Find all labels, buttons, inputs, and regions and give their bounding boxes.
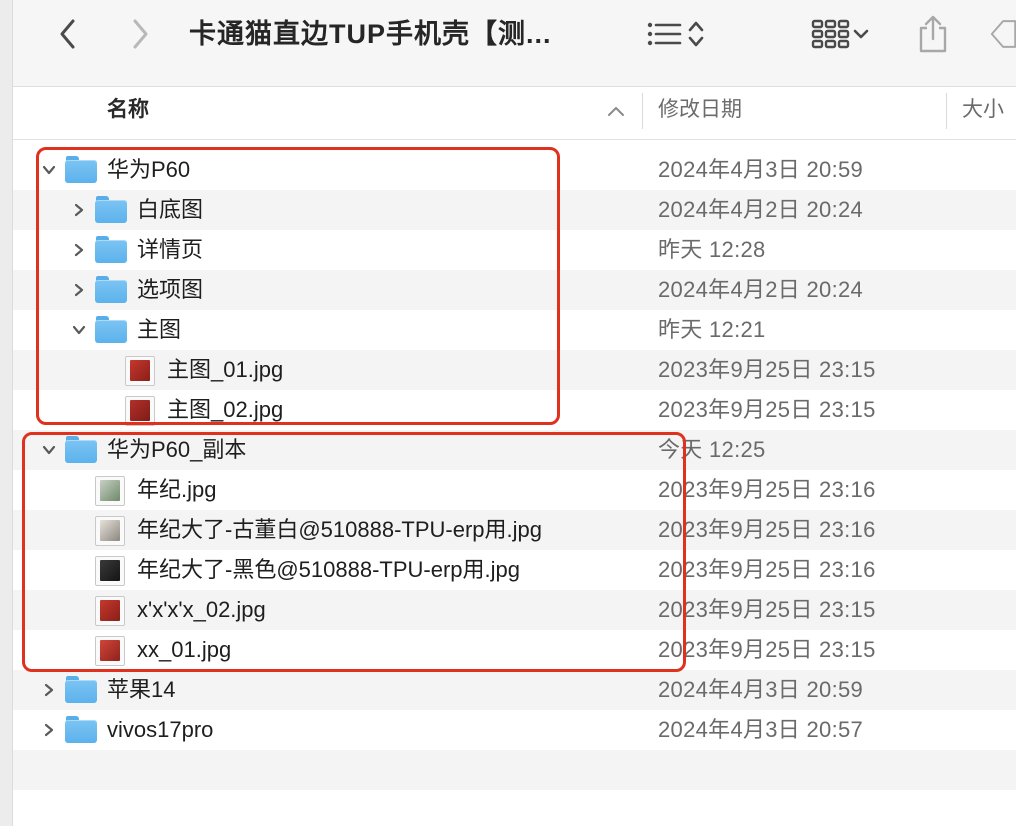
column-name-header[interactable]: 名称 xyxy=(107,87,149,139)
folder-icon xyxy=(95,196,127,224)
share-icon xyxy=(919,15,947,53)
folder-icon xyxy=(65,156,97,184)
list-view-icon xyxy=(647,22,682,46)
chevron-left-icon xyxy=(60,19,75,49)
folder-icon xyxy=(95,236,127,264)
item-date: 2024年4月3日 20:59 xyxy=(658,677,864,702)
disclosure-expanded-icon[interactable] xyxy=(39,160,59,180)
list-item-folder[interactable]: 选项图 2024年4月2日 20:24 xyxy=(13,270,1016,310)
finder-toolbar: 卡通猫直边TUP手机壳【测... xyxy=(13,0,1016,87)
image-thumbnail-icon xyxy=(95,596,125,626)
disclosure-expanded-icon[interactable] xyxy=(69,320,89,340)
list-item-image[interactable]: 主图_01.jpg 2023年9月25日 23:15 xyxy=(13,350,1016,390)
image-thumbnail-icon xyxy=(125,356,155,386)
list-item-image[interactable]: 年纪.jpg 2023年9月25日 23:16 xyxy=(13,470,1016,510)
item-name: 年纪.jpg xyxy=(137,477,217,502)
disclosure-expanded-icon[interactable] xyxy=(39,440,59,460)
tag-icon xyxy=(990,20,1016,48)
list-item-folder[interactable]: 主图 昨天 12:21 xyxy=(13,310,1016,350)
grid-view-icon xyxy=(811,19,850,49)
item-date: 2023年9月25日 23:15 xyxy=(658,397,876,422)
disclosure-collapsed-icon[interactable] xyxy=(69,240,89,260)
item-name: 年纪大了-古董白@510888-TPU-erp用.jpg xyxy=(137,517,542,542)
folder-icon xyxy=(65,716,97,744)
item-name: xx_01.jpg xyxy=(137,637,232,662)
item-name: vivos17pro xyxy=(107,717,214,742)
sort-updown-icon xyxy=(688,21,704,47)
chevron-down-icon xyxy=(853,29,869,39)
back-button[interactable] xyxy=(51,14,85,54)
tag-button[interactable] xyxy=(987,14,1016,54)
list-item-image[interactable]: xx_01.jpg 2023年9月25日 23:15 xyxy=(13,630,1016,670)
column-divider[interactable] xyxy=(642,93,643,129)
item-name: 年纪大了-黑色@510888-TPU-erp用.jpg xyxy=(137,557,520,582)
group-options-button[interactable] xyxy=(803,14,879,54)
list-item-folder[interactable]: 白底图 2024年4月2日 20:24 xyxy=(13,190,1016,230)
item-date: 2023年9月25日 23:15 xyxy=(658,637,876,662)
item-name: 选项图 xyxy=(137,277,204,302)
folder-icon xyxy=(95,276,127,304)
chevron-right-icon xyxy=(133,19,148,49)
item-date: 昨天 12:21 xyxy=(658,317,766,342)
item-date: 2023年9月25日 23:16 xyxy=(658,557,876,582)
image-thumbnail-icon xyxy=(95,516,125,546)
item-date: 2023年9月25日 23:15 xyxy=(658,357,876,382)
window-title: 卡通猫直边TUP手机壳【测... xyxy=(189,19,552,49)
list-item-folder[interactable]: 苹果14 2024年4月3日 20:59 xyxy=(13,670,1016,710)
image-thumbnail-icon xyxy=(95,556,125,586)
list-item-folder[interactable]: 华为P60_副本 今天 12:25 xyxy=(13,430,1016,470)
list-item-folder[interactable]: 华为P60 2024年4月3日 20:59 xyxy=(13,150,1016,190)
column-modified-header[interactable]: 修改日期 xyxy=(658,87,742,139)
item-name: x'x'x'x_02.jpg xyxy=(137,597,266,622)
item-name: 华为P60_副本 xyxy=(107,437,247,462)
image-thumbnail-icon xyxy=(95,476,125,506)
image-thumbnail-icon xyxy=(95,636,125,666)
window-edge xyxy=(0,0,13,826)
item-date: 2023年9月25日 23:16 xyxy=(658,477,876,502)
item-date: 2024年4月3日 20:57 xyxy=(658,717,864,742)
item-name: 华为P60 xyxy=(107,157,191,182)
item-date: 2023年9月25日 23:16 xyxy=(658,517,876,542)
item-name: 苹果14 xyxy=(107,677,176,702)
disclosure-collapsed-icon[interactable] xyxy=(69,280,89,300)
list-item-folder[interactable]: 详情页 昨天 12:28 xyxy=(13,230,1016,270)
list-item-image[interactable]: 主图_02.jpg 2023年9月25日 23:15 xyxy=(13,390,1016,430)
sort-ascending-icon[interactable] xyxy=(607,101,625,121)
disclosure-collapsed-icon[interactable] xyxy=(39,720,59,740)
item-date: 2024年4月2日 20:24 xyxy=(658,197,864,222)
item-date: 2023年9月25日 23:15 xyxy=(658,597,876,622)
column-divider[interactable] xyxy=(946,93,947,129)
list-item-image[interactable]: x'x'x'x_02.jpg 2023年9月25日 23:15 xyxy=(13,590,1016,630)
image-thumbnail-icon xyxy=(125,396,155,426)
column-header: 名称 修改日期 大小 xyxy=(13,87,1016,140)
item-name: 主图_01.jpg xyxy=(167,357,284,382)
list-item-folder[interactable]: vivos17pro 2024年4月3日 20:57 xyxy=(13,710,1016,750)
view-options-button[interactable] xyxy=(635,14,717,54)
item-name: 主图_02.jpg xyxy=(167,397,284,422)
file-list: 华为P60 2024年4月3日 20:59 白底图 2024年4月2日 20:2… xyxy=(13,150,1016,790)
disclosure-collapsed-icon[interactable] xyxy=(39,680,59,700)
item-name: 白底图 xyxy=(137,197,204,222)
item-name: 主图 xyxy=(137,317,182,342)
item-date: 今天 12:25 xyxy=(658,437,766,462)
list-item-image[interactable]: 年纪大了-古董白@510888-TPU-erp用.jpg 2023年9月25日 … xyxy=(13,510,1016,550)
list-item-image[interactable]: 年纪大了-黑色@510888-TPU-erp用.jpg 2023年9月25日 2… xyxy=(13,550,1016,590)
empty-row xyxy=(13,750,1016,790)
folder-icon xyxy=(95,316,127,344)
disclosure-collapsed-icon[interactable] xyxy=(69,200,89,220)
folder-icon xyxy=(65,676,97,704)
folder-icon xyxy=(65,436,97,464)
item-date: 昨天 12:28 xyxy=(658,237,766,262)
item-name: 详情页 xyxy=(137,237,204,262)
column-size-header[interactable]: 大小 xyxy=(962,87,1004,139)
item-date: 2024年4月3日 20:59 xyxy=(658,157,864,182)
share-button[interactable] xyxy=(911,14,955,54)
forward-button[interactable] xyxy=(123,14,157,54)
item-date: 2024年4月2日 20:24 xyxy=(658,277,864,302)
